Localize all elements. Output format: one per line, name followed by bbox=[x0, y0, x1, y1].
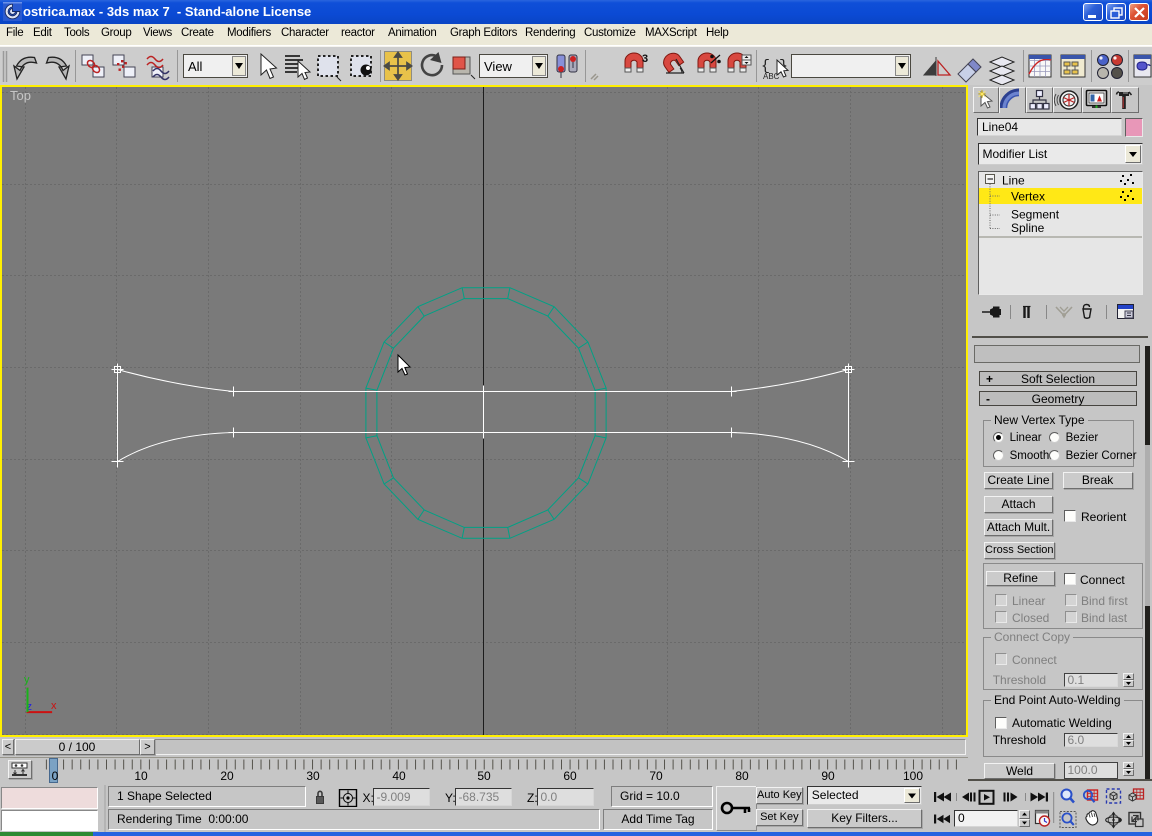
svg-text:3: 3 bbox=[642, 53, 648, 65]
svg-text:50: 50 bbox=[477, 769, 491, 783]
svg-text:80: 80 bbox=[735, 769, 749, 783]
svg-text:Vertex: Vertex bbox=[1011, 190, 1045, 204]
svg-text:20: 20 bbox=[220, 769, 234, 783]
svg-text:x: x bbox=[51, 700, 57, 712]
svg-text:30: 30 bbox=[306, 769, 320, 783]
svg-text:View: View bbox=[484, 59, 513, 74]
svg-text:0: 0 bbox=[52, 769, 59, 783]
svg-text:All: All bbox=[188, 59, 203, 74]
svg-text:10: 10 bbox=[134, 769, 148, 783]
svg-text:Spline: Spline bbox=[1011, 221, 1045, 235]
svg-text:60: 60 bbox=[563, 769, 577, 783]
svg-text:90: 90 bbox=[821, 769, 835, 783]
svg-text:y: y bbox=[24, 674, 30, 686]
svg-text:100: 100 bbox=[903, 769, 923, 783]
svg-text:40: 40 bbox=[392, 769, 406, 783]
svg-text:Segment: Segment bbox=[1011, 208, 1060, 222]
svg-text:70: 70 bbox=[649, 769, 663, 783]
svg-text:Line: Line bbox=[1002, 174, 1025, 188]
